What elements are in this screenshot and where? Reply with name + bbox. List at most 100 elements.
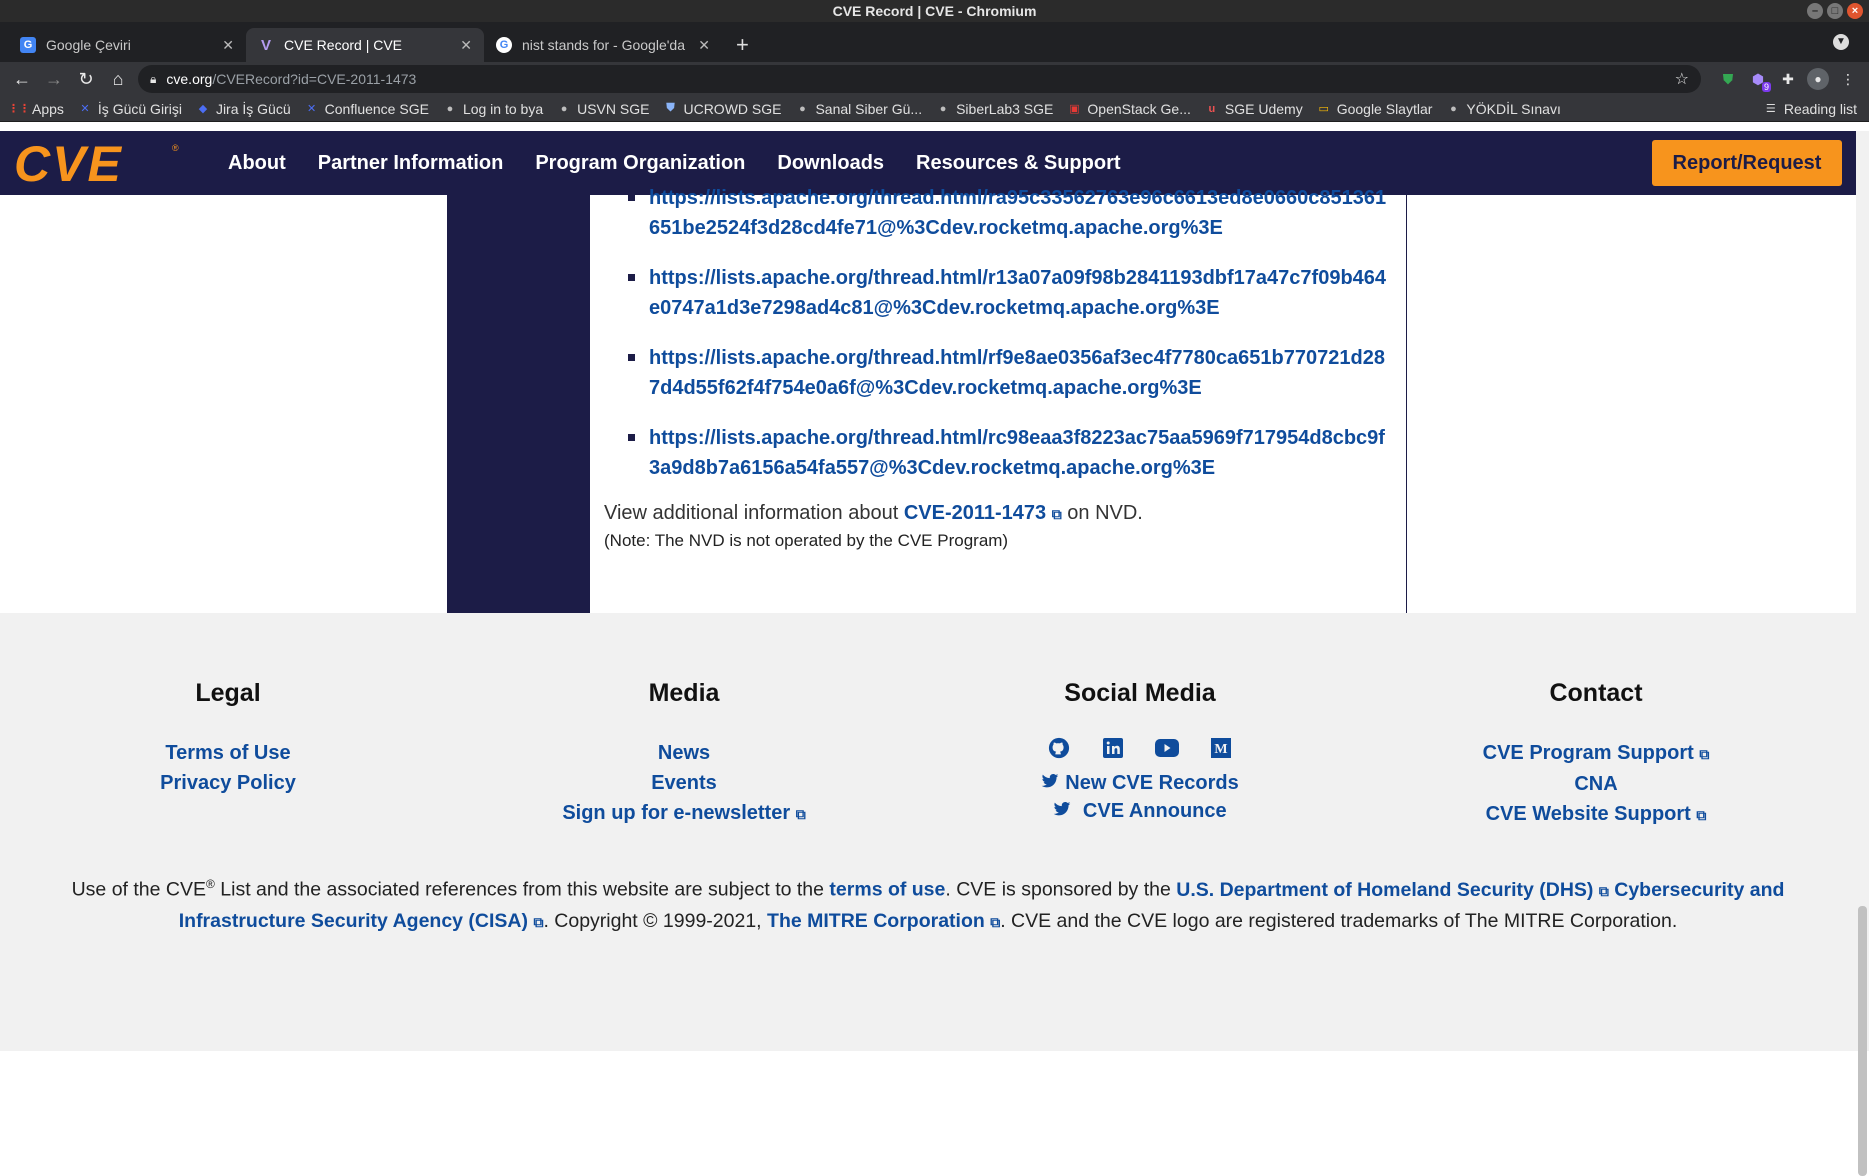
nav-program-organization[interactable]: Program Organization [519,152,761,175]
linkedin-icon[interactable] [1101,736,1125,760]
slides-icon: ▭ [1318,103,1329,115]
footer-media: Media News Events Sign up for e-newslett… [456,679,912,830]
bookmark-label: İş Gücü Girişi [97,100,182,117]
bookmark-label: Sanal Siber Gü... [815,100,923,117]
tab-label: Google Çeviri [46,37,131,53]
dhs-link[interactable]: U.S. Department of Homeland Security (DH… [1176,879,1609,901]
footer-heading: Media [648,679,720,707]
medium-icon[interactable]: M [1209,736,1233,760]
list-item: https://lists.apache.org/thread.html/ra9… [604,183,1394,243]
newsletter-link[interactable]: Sign up for e-newsletter ⧉ [456,798,912,829]
nav-partner-information[interactable]: Partner Information [302,152,520,175]
terms-of-use-link[interactable]: Terms of Use [0,738,456,768]
external-link-icon: ⧉ [1699,746,1710,762]
close-tab-icon[interactable]: ✕ [222,37,234,54]
bookmark-item[interactable]: ⛊ UCROWD SGE [663,101,781,117]
new-cve-records-link[interactable]: New CVE Records [912,768,1368,798]
news-link[interactable]: News [456,738,912,768]
reading-list-button[interactable]: ☰ Reading list [1764,101,1857,117]
bookmark-item[interactable]: u SGE Udemy [1205,101,1303,117]
minimize-button[interactable]: – [1807,3,1823,19]
extension-badge-icon[interactable]: ⬢ 9 [1747,68,1771,92]
bookmark-item[interactable]: ✕ Confluence SGE [305,101,429,117]
reference-link[interactable]: https://lists.apache.org/thread.html/rf9… [649,343,1385,403]
bookmark-label: YÖKDİL Sınavı [1466,100,1561,117]
github-icon[interactable] [1047,736,1071,760]
cve-announce-link[interactable]: CVE Announce [912,796,1368,826]
home-button[interactable]: ⌂ [106,67,130,91]
tab-google-translate[interactable]: G Google Çeviri ✕ [8,28,246,62]
twitter-icon [1041,768,1059,798]
web-page: CVE ® About Partner Information Program … [0,131,1856,1051]
footer-social: Social Media M New CVE Records CVE Annou… [912,679,1368,830]
close-tab-icon[interactable]: ✕ [698,37,710,54]
maximize-button[interactable]: □ [1827,3,1843,19]
bookmark-label: Log in to bya [462,100,544,117]
site-footer: Legal Terms of Use Privacy Policy Media … [0,613,1856,1051]
bookmark-item[interactable]: ● YÖKDİL Sınavı [1446,100,1561,117]
tab-strip: G Google Çeviri ✕ V CVE Record | CVE ✕ G… [0,22,1869,62]
shield-extension-icon[interactable]: ⛊ [1717,68,1739,90]
nav-downloads[interactable]: Downloads [761,152,900,175]
bookmark-item[interactable]: ▭ Google Slaytlar [1317,101,1433,117]
kebab-menu-icon[interactable]: ⋮ [1837,68,1859,90]
cna-link[interactable]: CNA [1368,769,1824,799]
footer-heading: Legal [195,679,261,707]
external-link-icon: ⧉ [1696,807,1707,823]
url-host: cve.org [166,71,213,87]
report-request-button[interactable]: Report/Request [1652,140,1842,186]
cve-website-support-link[interactable]: CVE Website Support ⧉ [1368,799,1824,830]
bullet-icon [628,354,635,361]
browser-toolbar: ← → ↻ ⌂ 🔒︎ cve.org/CVERecord?id=CVE-2011… [0,62,1869,96]
bookmark-item[interactable]: ◆ Jira İş Gücü [196,101,291,117]
footer-legal: Legal Terms of Use Privacy Policy [0,679,456,830]
close-tab-icon[interactable]: ✕ [460,37,472,54]
bookmark-item[interactable]: ● Log in to bya [443,100,544,117]
bookmark-label: SGE Udemy [1224,100,1303,117]
bookmark-label: USVN SGE [577,100,650,117]
twitter-icon [1053,796,1071,826]
terms-of-use-inline-link[interactable]: terms of use [829,879,945,901]
page-scrollbar[interactable] [1856,131,1869,1176]
tab-search-icon[interactable]: ▼ [1833,34,1849,50]
new-tab-button[interactable]: + [722,28,763,62]
external-link-icon: ⧉ [990,913,1001,930]
back-button[interactable]: ← [10,67,34,91]
cve-logo[interactable]: CVE ® [14,137,180,189]
bookmark-item[interactable]: ▣ OpenStack Ge... [1067,101,1191,117]
scrollbar-thumb[interactable] [1858,906,1867,1176]
mitre-link[interactable]: The MITRE Corporation ⧉ [767,910,1000,932]
tab-google-search[interactable]: G nist stands for - Google'da ✕ [484,28,722,62]
lock-icon: 🔒︎ [150,71,157,86]
bookmark-item[interactable]: ● Sanal Siber Gü... [795,101,922,117]
bookmark-item[interactable]: ● SiberLab3 SGE [936,101,1054,117]
reference-link[interactable]: https://lists.apache.org/thread.html/rc9… [649,423,1385,483]
events-link[interactable]: Events [456,768,912,798]
address-bar[interactable]: 🔒︎ cve.org/CVERecord?id=CVE-2011-1473 ☆ [138,65,1701,93]
puzzle-extensions-icon[interactable]: ✚ [1777,68,1799,90]
close-window-button[interactable]: × [1847,3,1863,19]
bookmark-item[interactable]: ⋮⋮ Apps [8,101,64,117]
reference-link[interactable]: https://lists.apache.org/thread.html/r13… [649,263,1386,323]
nvd-cve-link[interactable]: CVE-2011-1473 ⧉ [904,502,1062,524]
tab-label: CVE Record | CVE [284,37,403,53]
bookmark-item[interactable]: ● USVN SGE [557,100,650,117]
youtube-icon[interactable] [1155,736,1179,760]
reference-link[interactable]: https://lists.apache.org/thread.html/ra9… [649,183,1386,243]
external-link-icon: ⧉ [533,913,544,930]
bullet-icon [628,274,635,281]
forward-button[interactable]: → [42,67,66,91]
privacy-policy-link[interactable]: Privacy Policy [0,768,456,798]
list-item: https://lists.apache.org/thread.html/rf9… [604,343,1394,403]
nav-about[interactable]: About [212,152,302,175]
google-translate-icon: G [20,37,36,53]
tab-cve-record[interactable]: V CVE Record | CVE ✕ [246,28,484,62]
bookmark-label: Google Slaytlar [1336,100,1433,117]
profile-avatar-icon[interactable]: ● [1807,68,1829,90]
external-link-icon: ⧉ [1598,882,1609,899]
cve-program-support-link[interactable]: CVE Program Support ⧉ [1368,738,1824,769]
bookmark-item[interactable]: ✕ İş Gücü Girişi [78,101,182,117]
reload-button[interactable]: ↻ [74,67,98,91]
bookmark-star-icon[interactable]: ☆ [1675,69,1689,89]
nav-resources-support[interactable]: Resources & Support [900,152,1136,175]
